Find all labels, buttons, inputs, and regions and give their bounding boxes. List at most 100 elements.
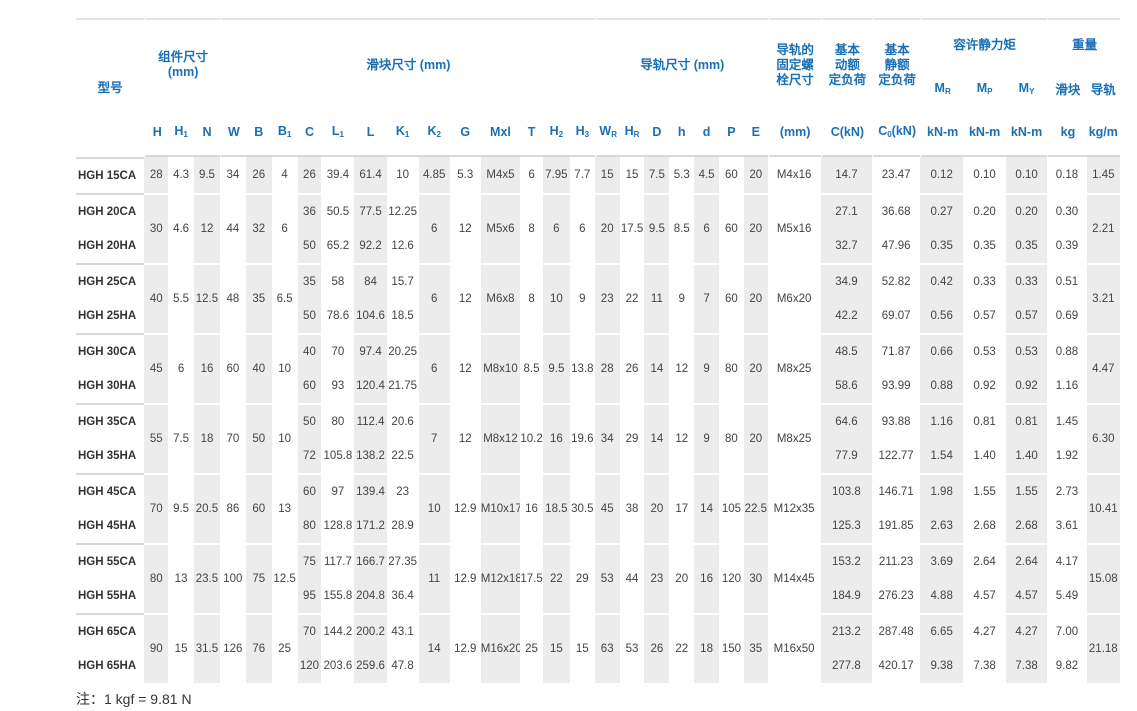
cell-mxl: M16x20 [480, 613, 521, 683]
cell-l1: 144.2 [321, 613, 355, 649]
cell-mxl: M6x8 [480, 263, 521, 333]
table-row: HGH 30CA 45 6 16 60 40 10 40 70 97.4 20.25 6 12 M8x10… [76, 333, 1120, 403]
cell-k1: 28.9 [391, 520, 414, 532]
cell-h3: 9 [569, 263, 595, 333]
cell-k1: 21.75 [388, 380, 418, 392]
cell-d: 9 [694, 403, 719, 473]
cell-d: 11 [644, 263, 670, 333]
cell-l1: 155.8 [323, 590, 353, 602]
cell-l: 138.2 [354, 439, 387, 473]
cell-t: 6 [528, 169, 535, 181]
cell-my: 0.81 [1005, 403, 1048, 439]
cell-mxl: M4x5 [480, 157, 521, 193]
cell-bolt: M14x45 [767, 543, 821, 613]
cell-c0: 276.23 [878, 590, 914, 602]
col-header-k2: K2 [418, 110, 450, 157]
cell-k2: 6 [418, 263, 450, 333]
cell-l1: 105.8 [323, 450, 353, 462]
cell-hr: 17.5 [619, 193, 645, 263]
header-block-weight: 滑块 [1047, 70, 1087, 110]
col-header-h: H [144, 110, 169, 157]
cell-e: 20 [743, 193, 768, 263]
cell-l: 166.7 [354, 543, 387, 579]
cell-mr: 0.42 [919, 263, 964, 299]
cell-c_kn: 42.2 [820, 299, 873, 333]
cell-mp: 4.27 [963, 613, 1006, 649]
cell-w: 60 [219, 333, 246, 403]
cell-mp: 0.53 [963, 333, 1006, 369]
cell-c0: 287.48 [872, 613, 920, 649]
cell-c_kn: 32.7 [820, 229, 873, 263]
cell-wr: 34 [594, 403, 620, 473]
cell-mr: 1.54 [919, 439, 964, 473]
cell-mp: 0.35 [973, 240, 996, 252]
cell-n: 9.5 [194, 157, 220, 193]
cell-model: HGH 20CA [76, 193, 145, 229]
cell-c0: 69.07 [881, 310, 911, 322]
cell-h: 9 [669, 263, 695, 333]
cell-b1: 10 [271, 403, 298, 473]
cell-k1: 12.25 [386, 193, 419, 229]
cell-hr: 38 [619, 473, 645, 543]
table-row: HGH 65CA 90 15 31.5 126 76 25 70 144.2 200.2 43.1 1… [76, 613, 1120, 683]
cell-hr: 29 [619, 403, 645, 473]
cell-d: 4.5 [694, 157, 719, 193]
header-static-load: 基本 静额 定负荷 [872, 18, 920, 110]
cell-p: 120 [719, 543, 744, 613]
cell-k2: 4.85 [418, 157, 450, 193]
cell-l: 200.2 [354, 613, 387, 649]
col-header-g: G [449, 110, 481, 157]
cell-wr: 28 [594, 333, 620, 403]
cell-k1: 15.7 [386, 263, 419, 299]
cell-l: 139.4 [354, 473, 387, 509]
cell-h3: 29 [569, 543, 595, 613]
cell-g: 5.3 [457, 169, 474, 181]
cell-e: 20 [743, 157, 768, 193]
cell-bolt: M8x25 [767, 403, 821, 473]
subscript: 3 [584, 129, 590, 139]
cell-k1: 22.5 [391, 450, 414, 462]
col-header-c: C [297, 110, 322, 157]
cell-mp: 7.38 [973, 660, 996, 672]
cell-t: 8.5 [520, 333, 543, 403]
col-header-p: P [719, 110, 744, 157]
cell-c0: 47.96 [881, 240, 911, 252]
cell-kg: 4.17 [1047, 543, 1087, 579]
cell-c: 50 [297, 403, 322, 439]
cell-bolt: M5x16 [767, 193, 821, 263]
cell-n: 20.5 [194, 473, 220, 543]
cell-c: 120 [297, 649, 322, 683]
cell-mr: 0.35 [919, 229, 964, 263]
cell-g: 12 [449, 193, 481, 263]
cell-d: 7 [694, 263, 719, 333]
cell-mr: 0.12 [919, 157, 964, 193]
cell-k1: 36.4 [391, 590, 414, 602]
cell-mp: 2.64 [963, 543, 1006, 579]
cell-h3: 19.6 [569, 403, 595, 473]
cell-d: 18 [694, 613, 719, 683]
subscript: P [987, 87, 993, 97]
cell-c0: 93.88 [872, 403, 920, 439]
cell-h1: 4.3 [173, 169, 190, 181]
cell-w: 48 [219, 263, 246, 333]
cell-p: 60 [719, 193, 744, 263]
cell-d: 7.5 [644, 157, 670, 193]
cell-k1: 20.25 [386, 333, 419, 369]
subscript: 1 [183, 129, 188, 139]
cell-model: HGH 55HA [78, 590, 137, 602]
cell-n: 18 [194, 403, 220, 473]
cell-c_kn: 184.9 [820, 579, 873, 613]
cell-l1: 128.8 [323, 520, 353, 532]
cell-h2: 9.5 [542, 333, 570, 403]
cell-b: 40 [245, 333, 272, 403]
cell-model: HGH 45HA [78, 520, 137, 532]
cell-kgm: 1.45 [1086, 157, 1120, 193]
cell-hr: 22 [619, 263, 645, 333]
cell-mp: 1.55 [963, 473, 1006, 509]
cell-mr: 3.69 [919, 543, 964, 579]
table-row: HGH 20CA 30 4.6 12 44 32 6 36 50.5 77.5 12.25 6 12 M5… [76, 193, 1120, 263]
cell-mp: 0.33 [963, 263, 1006, 299]
subscript: Y [1029, 87, 1035, 97]
cell-my: 2.64 [1005, 543, 1048, 579]
cell-e: 22.5 [743, 473, 768, 543]
